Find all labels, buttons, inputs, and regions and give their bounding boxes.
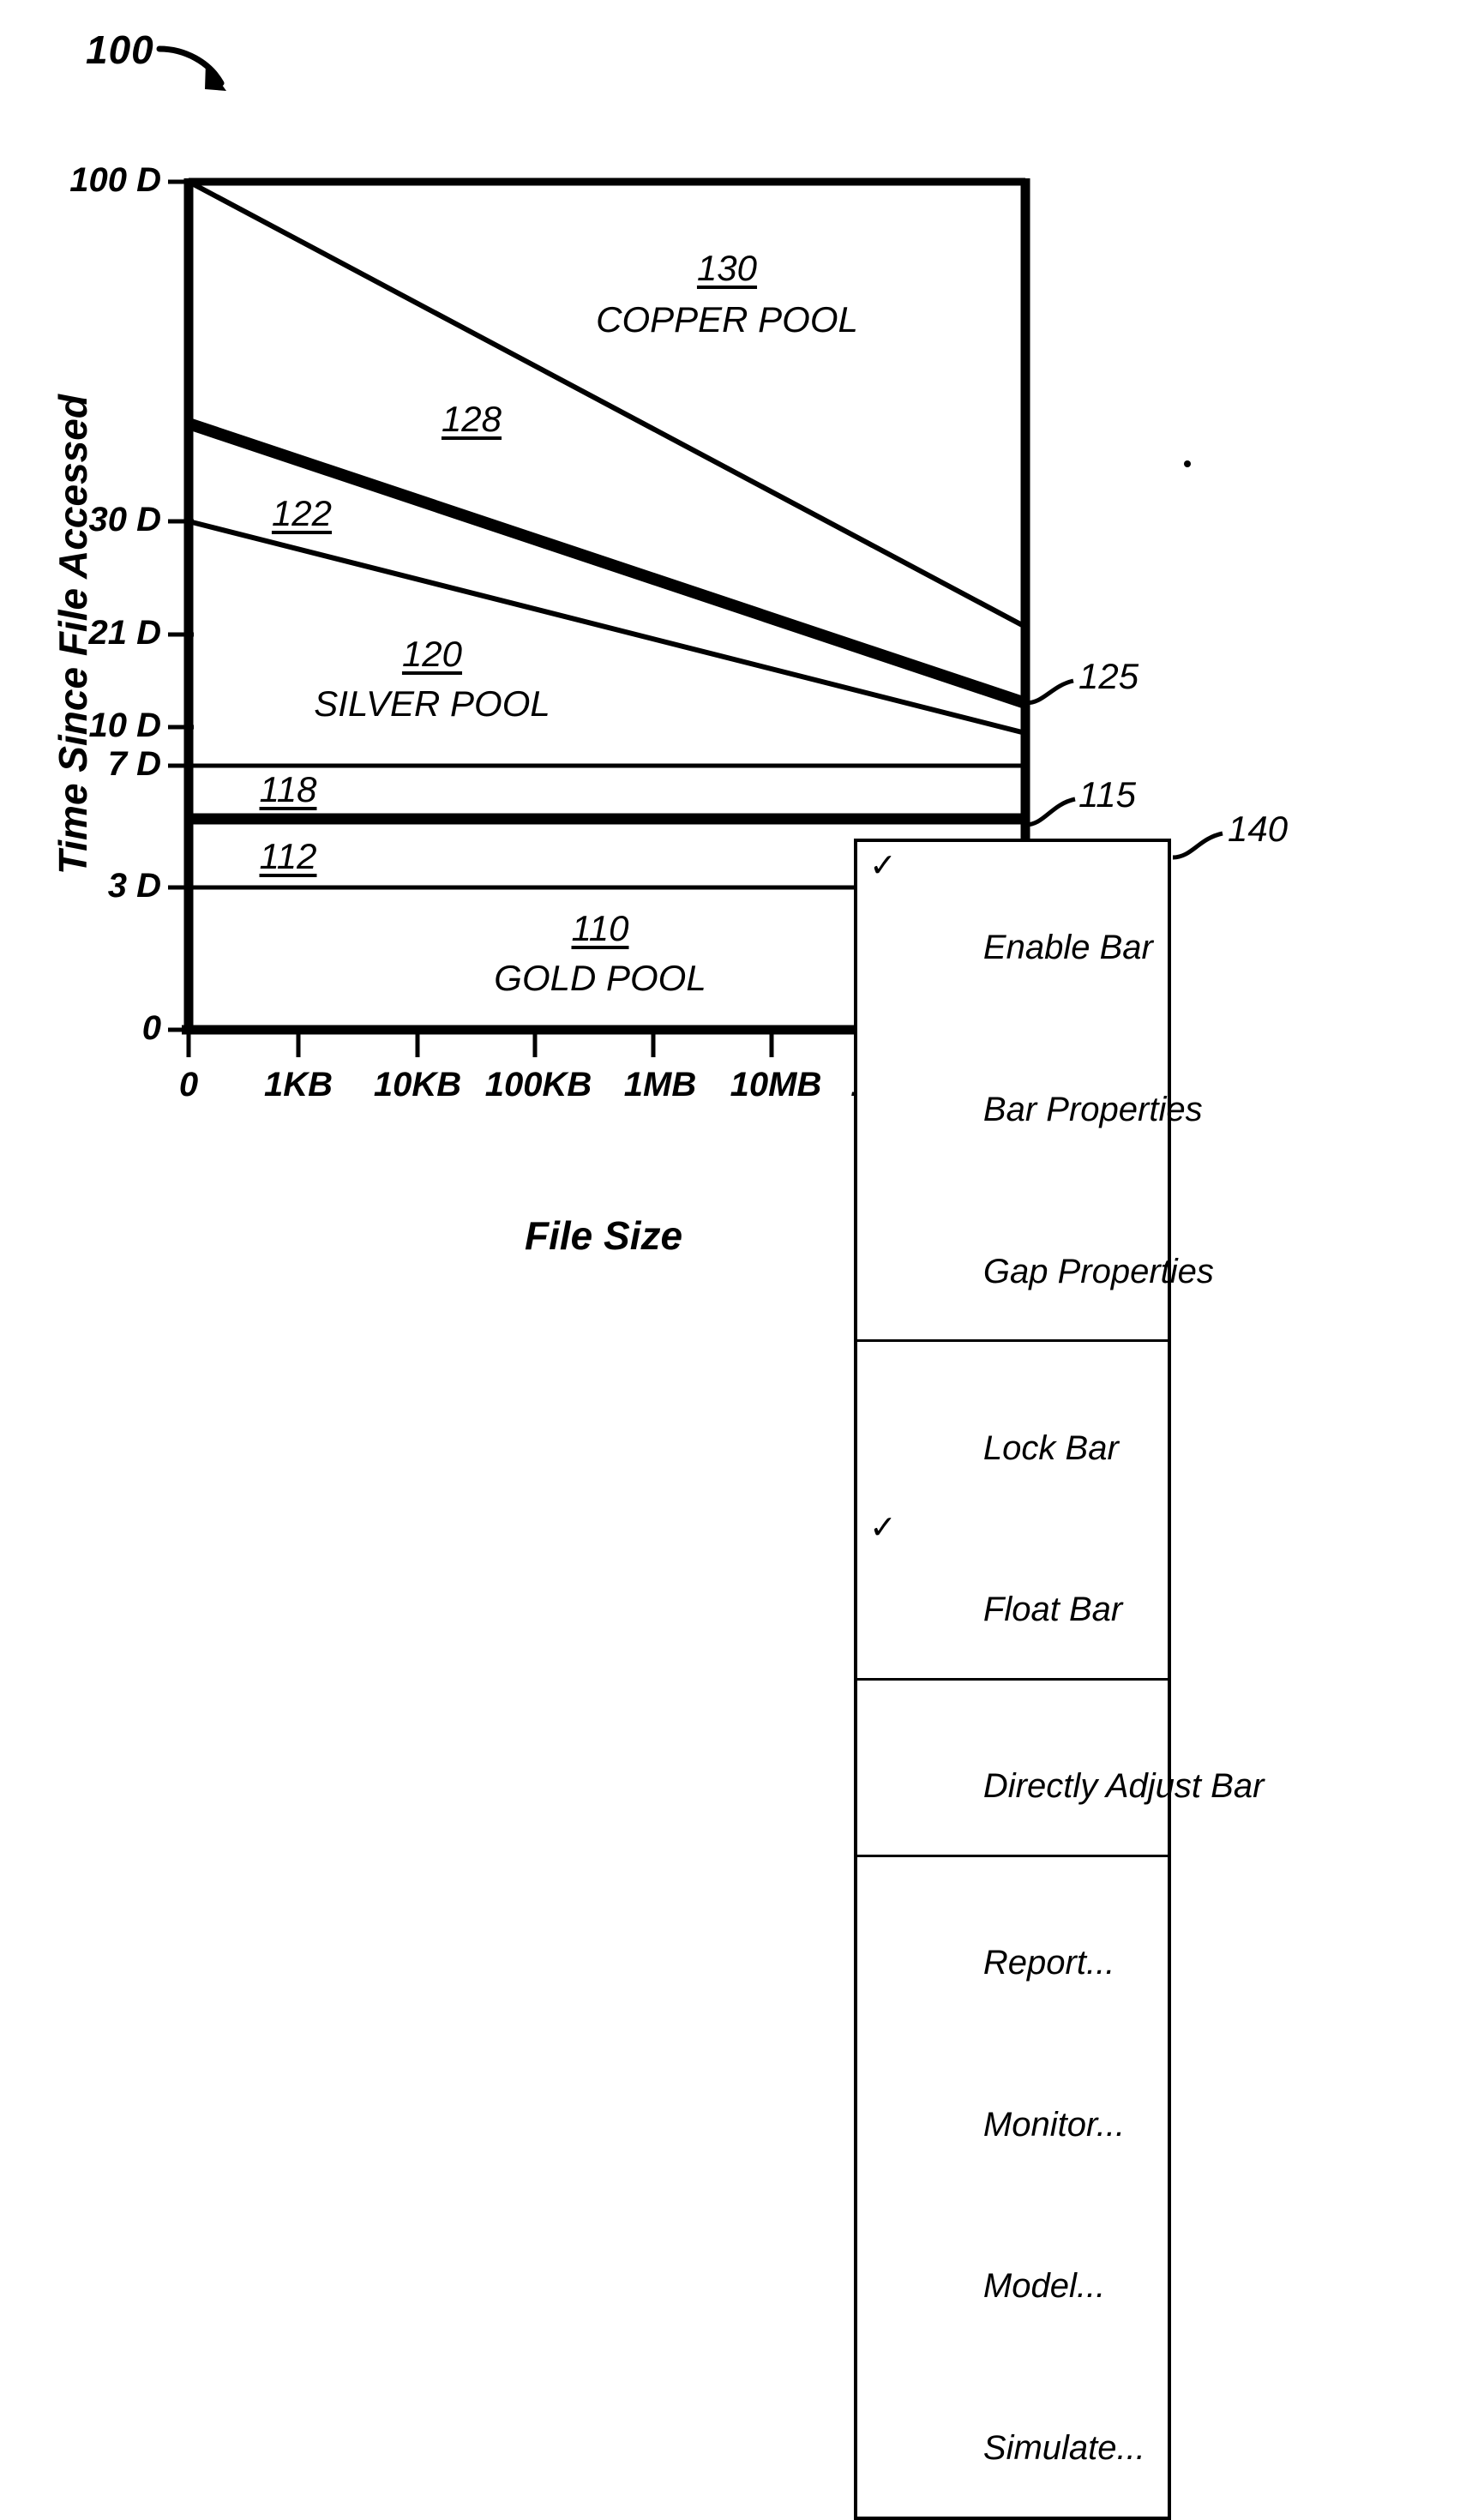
x-tick-label-0: 0	[178, 1066, 199, 1104]
menu-item-report[interactable]: Report...	[857, 1862, 1168, 2024]
callout-leader-140	[1172, 831, 1223, 860]
y-tick-label-30d: 30 D	[88, 501, 162, 538]
y-tick-label-21d: 21 D	[88, 614, 162, 652]
line-ref-128: 128	[441, 399, 502, 439]
menu-item-enable-bar[interactable]: ✓ Enable Bar	[857, 847, 1168, 1009]
menu-item-bar-properties[interactable]: Bar Properties	[857, 1009, 1203, 1171]
menu-item-label: Monitor...	[982, 2105, 1126, 2144]
region-label-gold-pool: GOLD POOL	[494, 958, 706, 998]
figure-callout-arrow-icon	[156, 45, 226, 91]
x-tick-label-1mb: 1MB	[623, 1066, 697, 1104]
menu-group-tools: Report... Monitor... Model... Simulate..…	[857, 1857, 1168, 2517]
region-label-silver-pool: SILVER POOL	[314, 683, 550, 724]
menu-item-label: Lock Bar	[982, 1428, 1119, 1467]
region-ref-120: 120	[401, 634, 463, 674]
boundary-line-125[interactable]	[186, 418, 1028, 709]
menu-group-adjust: Directly Adjust Bar	[857, 1681, 1265, 1857]
line-ref-118: 118	[259, 769, 317, 809]
x-tick-label-10kb: 10KB	[373, 1066, 462, 1104]
region-ref-130: 130	[696, 248, 758, 288]
menu-item-gap-properties[interactable]: Gap Properties	[857, 1171, 1214, 1333]
x-tick-label-100kb: 100KB	[484, 1066, 592, 1104]
line-ref-112: 112	[259, 836, 317, 876]
y-tick-label-0: 0	[141, 1009, 161, 1047]
region-ref-110: 110	[571, 908, 629, 948]
menu-group-bar-properties: ✓ Enable Bar Bar Properties Gap Properti…	[857, 842, 1214, 1343]
callout-leader-115	[1024, 797, 1076, 827]
menu-item-label: Gap Properties	[982, 1252, 1214, 1290]
scan-speck	[1184, 460, 1191, 467]
figure-linework	[156, 45, 1223, 1057]
callout-label-125: 125	[1078, 656, 1139, 696]
y-tick-label-100d: 100 D	[69, 161, 161, 199]
menu-item-label: Directly Adjust Bar	[982, 1767, 1265, 1806]
context-menu[interactable]: ✓ Enable Bar Bar Properties Gap Properti…	[854, 839, 1265, 2520]
menu-item-label: Model...	[982, 2267, 1106, 2306]
menu-item-lock-bar[interactable]: Lock Bar	[857, 1347, 1168, 1509]
y-tick-label-10d: 10 D	[88, 707, 162, 744]
x-axis-title: File Size	[525, 1213, 683, 1258]
y-tick-label-3d: 3 D	[107, 867, 161, 905]
callout-leader-125	[1024, 678, 1074, 706]
menu-item-directly-adjust-bar[interactable]: Directly Adjust Bar	[857, 1686, 1265, 1848]
menu-group-bar-mode: Lock Bar ✓ Float Bar	[857, 1342, 1168, 1681]
menu-item-label: Simulate...	[982, 2429, 1145, 2468]
menu-item-label: Enable Bar	[982, 929, 1153, 967]
menu-item-label: Report...	[982, 1943, 1115, 1982]
y-tick-label-7d: 7 D	[107, 745, 161, 783]
region-label-copper-pool: COPPER POOL	[596, 299, 858, 340]
checkmark-icon: ✓	[869, 848, 897, 884]
callout-label-140: 140	[1228, 809, 1289, 849]
x-tick-label-1kb: 1KB	[263, 1066, 333, 1104]
figure-number: 100	[86, 27, 154, 72]
line-ref-122: 122	[271, 493, 333, 533]
patent-figure: 100 Time Since File Accessed File Size 1…	[0, 0, 1484, 2520]
callout-label-115: 115	[1078, 774, 1136, 815]
menu-item-label: Float Bar	[982, 1591, 1123, 1629]
menu-item-model[interactable]: Model...	[857, 2186, 1168, 2348]
checkmark-icon: ✓	[869, 1510, 897, 1546]
menu-item-label: Bar Properties	[982, 1091, 1203, 1129]
menu-item-monitor[interactable]: Monitor...	[857, 2024, 1168, 2186]
menu-item-float-bar[interactable]: ✓ Float Bar	[857, 1509, 1168, 1671]
menu-item-simulate[interactable]: Simulate...	[857, 2348, 1168, 2510]
